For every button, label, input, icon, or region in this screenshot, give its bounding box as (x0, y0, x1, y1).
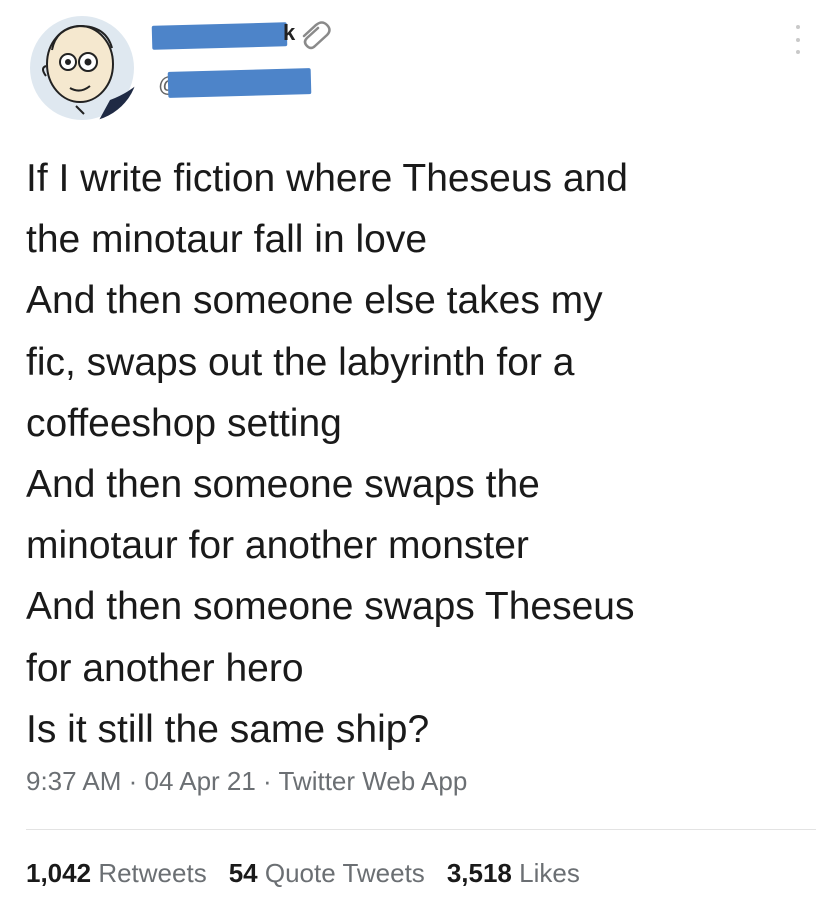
meta-separator: · (121, 766, 145, 796)
tweet-line: Is it still the same ship? (26, 707, 430, 751)
tweet-stats: 1,042 Retweets 54 Quote Tweets 3,518 Likes (26, 858, 602, 889)
quote-tweets-count: 54 (228, 858, 258, 888)
more-dot (796, 25, 800, 29)
more-dot (796, 50, 800, 54)
more-dot (796, 37, 800, 42)
tweet-line: And then someone else takes my (26, 279, 603, 323)
tweet-line: And then someone swaps Theseus (26, 585, 635, 629)
retweets-label: Retweets (98, 858, 207, 888)
divider (26, 829, 816, 830)
likes-label: Likes (519, 858, 580, 888)
tweet-text: If I write fiction where Theseus and the… (26, 148, 816, 760)
tweet-line: the minotaur fall in love (26, 218, 428, 262)
likes-count: 3,518 (446, 858, 512, 888)
more-vertical-icon[interactable] (788, 20, 808, 54)
tweet-line: fic, swaps out the labyrinth for a (26, 340, 575, 384)
quote-tweets-label: Quote Tweets (264, 858, 425, 888)
tweet-source[interactable]: Twitter Web App (278, 766, 467, 796)
likes-stat[interactable]: 3,518 Likes (447, 858, 580, 888)
tweet-card: k @ If I write fiction where Theseus and… (0, 0, 839, 908)
tweet-line: coffeeshop setting (26, 401, 342, 445)
meta-separator: · (255, 766, 279, 796)
avatar-illustration (30, 16, 138, 122)
tweet-line: for another hero (26, 646, 304, 690)
avatar[interactable] (26, 14, 138, 122)
display-name-tail[interactable]: k (283, 20, 295, 46)
retweets-count: 1,042 (26, 858, 92, 888)
handle-redaction (167, 68, 312, 98)
quote-tweets-stat[interactable]: 54 Quote Tweets (229, 858, 425, 888)
retweets-stat[interactable]: 1,042 Retweets (26, 858, 207, 888)
name-redaction (151, 22, 288, 50)
tweet-line: And then someone swaps the (26, 463, 540, 507)
tweet-line: minotaur for another monster (26, 524, 529, 568)
tweet-line: If I write fiction where Theseus and (26, 157, 628, 200)
paperclip-icon (302, 21, 331, 50)
tweet-metadata: 9:37 AM · 04 Apr 21 · Twitter Web App (26, 766, 467, 797)
tweet-date[interactable]: 04 Apr 21 (145, 766, 256, 796)
tweet-time[interactable]: 9:37 AM (26, 766, 121, 796)
